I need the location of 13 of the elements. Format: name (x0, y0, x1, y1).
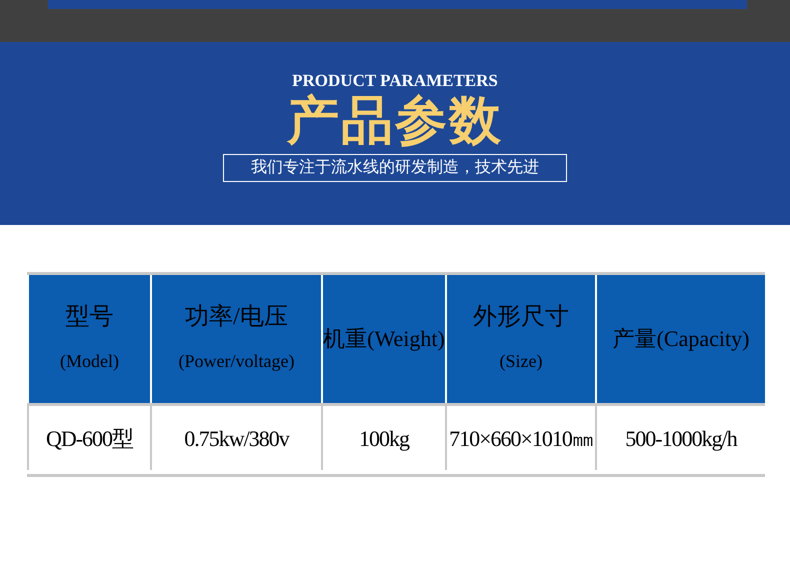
table-cell: QD-600型 (27, 406, 150, 470)
table-cell: 500-1000kg/h (595, 406, 765, 470)
table-cell: 0.75kw/380v (150, 406, 321, 470)
header-cell: 功率/电压 (Power/voltage) (150, 275, 321, 403)
header-cell: 机重(Weight) (321, 275, 445, 403)
table-cell: 710×660×1010㎜ (445, 406, 595, 470)
banner-subtitle: PRODUCT PARAMETERS (292, 71, 498, 91)
header-cell: 外形尺寸 (Size) (445, 275, 595, 403)
header-cell: 产量(Capacity) (595, 275, 765, 403)
banner-tagline: 我们专注于流水线的研发制造，技术先进 (223, 154, 567, 182)
header-cell: 型号 (Model) (27, 275, 150, 403)
banner-title: 产品参数 (287, 91, 503, 151)
table-cell: 100kg (321, 406, 445, 470)
